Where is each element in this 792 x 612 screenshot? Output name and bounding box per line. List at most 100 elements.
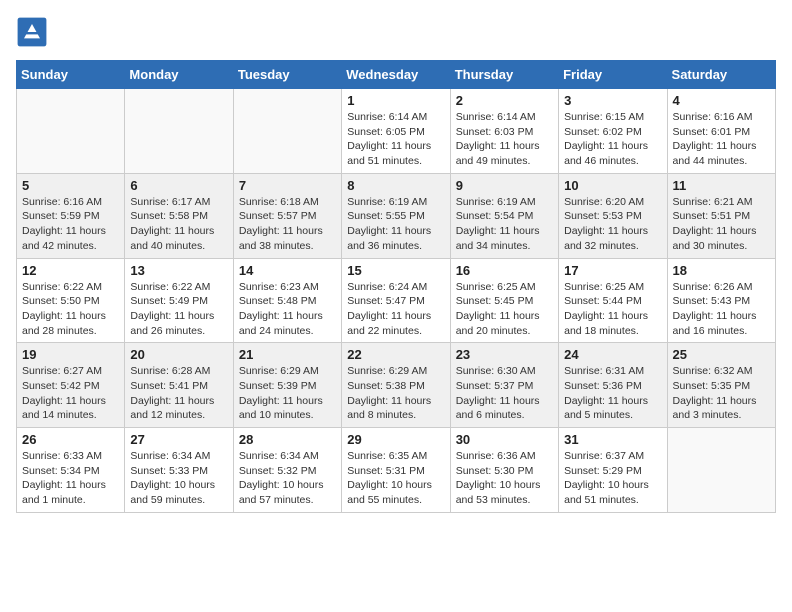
weekday-header-monday: Monday (125, 61, 233, 89)
day-number: 18 (673, 263, 770, 278)
day-number: 13 (130, 263, 227, 278)
day-info: Sunrise: 6:34 AM Sunset: 5:33 PM Dayligh… (130, 449, 227, 508)
calendar-cell: 3 Sunrise: 6:15 AM Sunset: 6:02 PM Daylig… (559, 89, 667, 174)
calendar-week-row: 1 Sunrise: 6:14 AM Sunset: 6:05 PM Daylig… (17, 89, 776, 174)
calendar-cell: 30Sunrise: 6:36 AM Sunset: 5:30 PM Dayli… (450, 428, 558, 513)
day-info: Sunrise: 6:29 AM Sunset: 5:38 PM Dayligh… (347, 364, 444, 423)
calendar-cell: 17 Sunrise: 6:25 AM Sunset: 5:44 PM Dayli… (559, 258, 667, 343)
calendar-cell: 4Sunrise: 6:16 AM Sunset: 6:01 PM Daylig… (667, 89, 775, 174)
calendar-cell: 25 Sunrise: 6:32 AM Sunset: 5:35 PM Dayli… (667, 343, 775, 428)
calendar-week-row: 19 Sunrise: 6:27 AM Sunset: 5:42 PM Dayli… (17, 343, 776, 428)
calendar-cell: 19 Sunrise: 6:27 AM Sunset: 5:42 PM Dayli… (17, 343, 125, 428)
calendar-cell (125, 89, 233, 174)
calendar-cell: 14Sunrise: 6:23 AM Sunset: 5:48 PM Dayli… (233, 258, 341, 343)
day-info: Sunrise: 6:18 AM Sunset: 5:57 PM Dayligh… (239, 195, 336, 254)
calendar-cell: 1 Sunrise: 6:14 AM Sunset: 6:05 PM Daylig… (342, 89, 450, 174)
logo (16, 16, 52, 48)
logo-icon (16, 16, 48, 48)
day-number: 7 (239, 178, 336, 193)
calendar-table: SundayMondayTuesdayWednesdayThursdayFrid… (16, 60, 776, 513)
weekday-header-friday: Friday (559, 61, 667, 89)
calendar-cell: 18Sunrise: 6:26 AM Sunset: 5:43 PM Dayli… (667, 258, 775, 343)
calendar-cell: 26 Sunrise: 6:33 AM Sunset: 5:34 PM Dayli… (17, 428, 125, 513)
day-number: 9 (456, 178, 553, 193)
day-info: Sunrise: 6:22 AM Sunset: 5:49 PM Dayligh… (130, 280, 227, 339)
day-info: Sunrise: 6:29 AM Sunset: 5:39 PM Dayligh… (239, 364, 336, 423)
day-info: Sunrise: 6:32 AM Sunset: 5:35 PM Dayligh… (673, 364, 770, 423)
calendar-cell: 10 Sunrise: 6:20 AM Sunset: 5:53 PM Dayli… (559, 173, 667, 258)
day-info: Sunrise: 6:25 AM Sunset: 5:45 PM Dayligh… (456, 280, 553, 339)
day-info: Sunrise: 6:21 AM Sunset: 5:51 PM Dayligh… (673, 195, 770, 254)
day-info: Sunrise: 6:30 AM Sunset: 5:37 PM Dayligh… (456, 364, 553, 423)
calendar-cell: 21 Sunrise: 6:29 AM Sunset: 5:39 PM Dayli… (233, 343, 341, 428)
day-number: 19 (22, 347, 119, 362)
weekday-header-thursday: Thursday (450, 61, 558, 89)
day-info: Sunrise: 6:22 AM Sunset: 5:50 PM Dayligh… (22, 280, 119, 339)
calendar-cell: 12 Sunrise: 6:22 AM Sunset: 5:50 PM Dayli… (17, 258, 125, 343)
day-number: 17 (564, 263, 661, 278)
calendar-cell: 11Sunrise: 6:21 AM Sunset: 5:51 PM Dayli… (667, 173, 775, 258)
day-number: 20 (130, 347, 227, 362)
day-info: Sunrise: 6:15 AM Sunset: 6:02 PM Dayligh… (564, 110, 661, 169)
day-number: 1 (347, 93, 444, 108)
day-info: Sunrise: 6:33 AM Sunset: 5:34 PM Dayligh… (22, 449, 119, 508)
day-info: Sunrise: 6:27 AM Sunset: 5:42 PM Dayligh… (22, 364, 119, 423)
weekday-header-saturday: Saturday (667, 61, 775, 89)
calendar-cell: 23 Sunrise: 6:30 AM Sunset: 5:37 PM Dayli… (450, 343, 558, 428)
day-info: Sunrise: 6:16 AM Sunset: 6:01 PM Dayligh… (673, 110, 770, 169)
calendar-cell: 15 Sunrise: 6:24 AM Sunset: 5:47 PM Dayli… (342, 258, 450, 343)
day-number: 12 (22, 263, 119, 278)
day-info: Sunrise: 6:16 AM Sunset: 5:59 PM Dayligh… (22, 195, 119, 254)
day-number: 15 (347, 263, 444, 278)
day-number: 2 (456, 93, 553, 108)
calendar-cell: 7 Sunrise: 6:18 AM Sunset: 5:57 PM Daylig… (233, 173, 341, 258)
day-number: 26 (22, 432, 119, 447)
day-number: 25 (673, 347, 770, 362)
day-number: 21 (239, 347, 336, 362)
day-number: 5 (22, 178, 119, 193)
calendar-cell: 29 Sunrise: 6:35 AM Sunset: 5:31 PM Dayli… (342, 428, 450, 513)
calendar-cell: 24Sunrise: 6:31 AM Sunset: 5:36 PM Dayli… (559, 343, 667, 428)
day-info: Sunrise: 6:37 AM Sunset: 5:29 PM Dayligh… (564, 449, 661, 508)
calendar-week-row: 5 Sunrise: 6:16 AM Sunset: 5:59 PM Daylig… (17, 173, 776, 258)
day-number: 10 (564, 178, 661, 193)
calendar-cell: 5 Sunrise: 6:16 AM Sunset: 5:59 PM Daylig… (17, 173, 125, 258)
page-header (16, 16, 776, 48)
day-number: 22 (347, 347, 444, 362)
weekday-header-tuesday: Tuesday (233, 61, 341, 89)
calendar-week-row: 12 Sunrise: 6:22 AM Sunset: 5:50 PM Dayli… (17, 258, 776, 343)
calendar-week-row: 26 Sunrise: 6:33 AM Sunset: 5:34 PM Dayli… (17, 428, 776, 513)
day-info: Sunrise: 6:20 AM Sunset: 5:53 PM Dayligh… (564, 195, 661, 254)
calendar-cell: 8Sunrise: 6:19 AM Sunset: 5:55 PM Daylig… (342, 173, 450, 258)
calendar-cell: 28 Sunrise: 6:34 AM Sunset: 5:32 PM Dayli… (233, 428, 341, 513)
day-number: 6 (130, 178, 227, 193)
day-info: Sunrise: 6:35 AM Sunset: 5:31 PM Dayligh… (347, 449, 444, 508)
day-number: 3 (564, 93, 661, 108)
day-number: 24 (564, 347, 661, 362)
day-info: Sunrise: 6:19 AM Sunset: 5:54 PM Dayligh… (456, 195, 553, 254)
calendar-cell: 20 Sunrise: 6:28 AM Sunset: 5:41 PM Dayli… (125, 343, 233, 428)
weekday-header-wednesday: Wednesday (342, 61, 450, 89)
day-number: 29 (347, 432, 444, 447)
day-number: 23 (456, 347, 553, 362)
day-number: 14 (239, 263, 336, 278)
day-info: Sunrise: 6:24 AM Sunset: 5:47 PM Dayligh… (347, 280, 444, 339)
day-number: 8 (347, 178, 444, 193)
day-number: 28 (239, 432, 336, 447)
day-info: Sunrise: 6:36 AM Sunset: 5:30 PM Dayligh… (456, 449, 553, 508)
day-info: Sunrise: 6:34 AM Sunset: 5:32 PM Dayligh… (239, 449, 336, 508)
calendar-cell: 9 Sunrise: 6:19 AM Sunset: 5:54 PM Daylig… (450, 173, 558, 258)
calendar-cell (233, 89, 341, 174)
day-number: 16 (456, 263, 553, 278)
calendar-cell: 6 Sunrise: 6:17 AM Sunset: 5:58 PM Daylig… (125, 173, 233, 258)
weekday-header-sunday: Sunday (17, 61, 125, 89)
day-info: Sunrise: 6:25 AM Sunset: 5:44 PM Dayligh… (564, 280, 661, 339)
day-info: Sunrise: 6:14 AM Sunset: 6:03 PM Dayligh… (456, 110, 553, 169)
calendar-cell: 27Sunrise: 6:34 AM Sunset: 5:33 PM Dayli… (125, 428, 233, 513)
calendar-cell (17, 89, 125, 174)
calendar-cell: 2 Sunrise: 6:14 AM Sunset: 6:03 PM Daylig… (450, 89, 558, 174)
day-info: Sunrise: 6:14 AM Sunset: 6:05 PM Dayligh… (347, 110, 444, 169)
day-info: Sunrise: 6:17 AM Sunset: 5:58 PM Dayligh… (130, 195, 227, 254)
day-info: Sunrise: 6:28 AM Sunset: 5:41 PM Dayligh… (130, 364, 227, 423)
day-number: 31 (564, 432, 661, 447)
